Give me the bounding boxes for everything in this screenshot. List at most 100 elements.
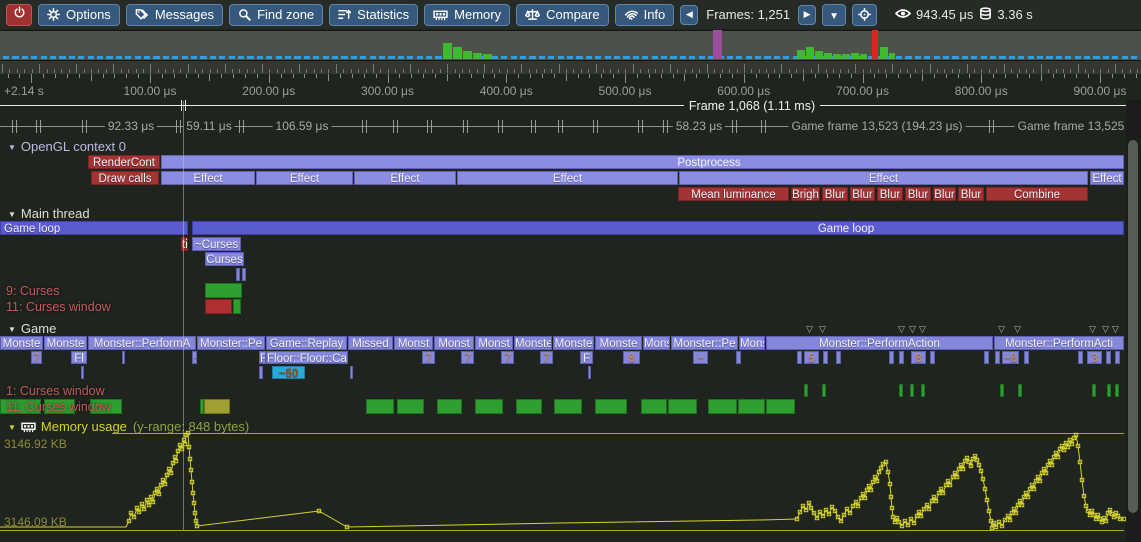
section-header-main-thread[interactable]: ▼Main thread bbox=[8, 206, 90, 221]
lock-zone[interactable] bbox=[205, 299, 232, 314]
frame-bar[interactable] bbox=[463, 51, 472, 59]
zone[interactable] bbox=[350, 366, 353, 379]
zone[interactable] bbox=[1106, 351, 1111, 364]
zone[interactable]: Floor::Floor::Calc bbox=[266, 351, 348, 364]
frame-bar[interactable] bbox=[806, 47, 814, 59]
zone[interactable]: Blur bbox=[905, 187, 931, 201]
zone[interactable]: Effect bbox=[679, 171, 1088, 185]
zone[interactable]: Blur bbox=[877, 187, 903, 201]
zone[interactable] bbox=[122, 351, 125, 364]
zone[interactable]: 7 bbox=[31, 351, 42, 364]
prev-frame-button[interactable]: ◀ bbox=[680, 5, 698, 25]
lock-zone[interactable] bbox=[766, 399, 795, 414]
zone[interactable] bbox=[259, 366, 263, 379]
frame-bar[interactable] bbox=[889, 53, 895, 59]
vertical-scrollbar[interactable] bbox=[1126, 100, 1141, 542]
time-ruler[interactable]: +2.14 s 100.00 μs200.00 μs300.00 μs400.0… bbox=[0, 74, 1141, 100]
frame-bar[interactable] bbox=[483, 54, 492, 59]
zone[interactable]: Game loop bbox=[192, 221, 1124, 235]
zone[interactable]: RenderCont bbox=[88, 155, 160, 169]
message-marker-icon[interactable]: ▽ bbox=[998, 325, 1005, 334]
zone[interactable]: 7 bbox=[501, 351, 514, 364]
zone[interactable]: Blur bbox=[958, 187, 984, 201]
zone[interactable] bbox=[588, 366, 591, 379]
zone[interactable]: Monste bbox=[44, 336, 87, 350]
zone[interactable]: Monste bbox=[595, 336, 642, 350]
frame-bar[interactable] bbox=[815, 51, 823, 59]
zone[interactable]: ~Curses bbox=[192, 237, 241, 251]
zone[interactable]: Combine bbox=[986, 187, 1088, 201]
info-button[interactable]: Info bbox=[615, 4, 675, 26]
next-frame-button[interactable]: ▶ bbox=[798, 5, 816, 25]
section-header-game[interactable]: ▼Game bbox=[8, 321, 56, 336]
zone[interactable]: Game::Replay bbox=[266, 336, 347, 350]
zone[interactable]: Monster::Pe bbox=[197, 336, 265, 350]
frame-bar[interactable] bbox=[824, 53, 832, 59]
zone[interactable] bbox=[995, 351, 1000, 364]
zone[interactable]: Draw calls bbox=[91, 171, 159, 185]
lock-zone[interactable] bbox=[822, 384, 826, 397]
message-marker-icon[interactable]: ▽ bbox=[819, 325, 826, 334]
zone[interactable]: ~ bbox=[693, 351, 708, 364]
zone[interactable]: Brigh bbox=[791, 187, 820, 201]
frame-bar[interactable] bbox=[860, 54, 867, 59]
lock-zone[interactable] bbox=[1000, 384, 1004, 397]
zone[interactable]: Effect bbox=[256, 171, 353, 185]
lock-zone[interactable] bbox=[641, 399, 667, 414]
frame-bar[interactable] bbox=[443, 43, 452, 59]
power-button[interactable] bbox=[6, 4, 32, 26]
zone[interactable]: Monste bbox=[0, 336, 43, 350]
section-header-opengl[interactable]: ▼OpenGL context 0 bbox=[8, 139, 126, 154]
zone[interactable]: Missed bbox=[348, 336, 393, 350]
zone[interactable]: Effect bbox=[457, 171, 678, 185]
zone[interactable] bbox=[823, 351, 828, 364]
memory-usage-plot[interactable] bbox=[0, 430, 1126, 535]
zone[interactable]: Postprocess bbox=[161, 155, 1124, 169]
zone[interactable]: Game loop bbox=[0, 221, 188, 235]
lock-zone[interactable] bbox=[910, 384, 914, 397]
memory-button[interactable]: Memory bbox=[424, 4, 510, 26]
lock-zone[interactable] bbox=[397, 399, 424, 414]
lock-zone[interactable] bbox=[921, 384, 925, 397]
zone[interactable]: 7 bbox=[422, 351, 435, 364]
lock-zone[interactable] bbox=[1115, 384, 1119, 397]
lock-zone[interactable] bbox=[205, 283, 242, 298]
zone[interactable] bbox=[736, 351, 741, 364]
lock-zone[interactable] bbox=[899, 384, 903, 397]
frame-bar[interactable] bbox=[473, 53, 482, 59]
message-marker-icon[interactable]: ▽ bbox=[1014, 325, 1021, 334]
message-marker-icon[interactable]: ▽ bbox=[1102, 325, 1109, 334]
lock-zone[interactable] bbox=[516, 399, 542, 414]
frame-time-strip[interactable] bbox=[0, 30, 1141, 61]
zone[interactable]: Blur bbox=[850, 187, 875, 201]
zone[interactable] bbox=[1078, 351, 1083, 364]
message-marker-icon[interactable]: ▽ bbox=[898, 325, 905, 334]
lock-zone[interactable] bbox=[366, 399, 394, 414]
zone[interactable] bbox=[1024, 351, 1029, 364]
zone[interactable]: ~50 bbox=[272, 366, 305, 379]
message-marker-icon[interactable]: ▽ bbox=[909, 325, 916, 334]
zone[interactable]: Monst bbox=[394, 336, 433, 350]
zone[interactable]: Mons bbox=[643, 336, 670, 350]
frame-select-button[interactable]: ▼ bbox=[822, 4, 846, 26]
zone[interactable]: 8 bbox=[911, 351, 926, 364]
zone[interactable]: Monst bbox=[434, 336, 474, 350]
zone[interactable]: 7 bbox=[540, 351, 553, 364]
zone[interactable] bbox=[836, 351, 841, 364]
zone[interactable]: Monst bbox=[475, 336, 513, 350]
lock-zone[interactable] bbox=[595, 399, 627, 414]
frame-bar[interactable] bbox=[842, 54, 850, 59]
lock-zone[interactable] bbox=[475, 399, 503, 414]
zone[interactable]: Monster::Pe bbox=[671, 336, 738, 350]
zone[interactable]: Monster::PerformActi bbox=[994, 336, 1124, 350]
zone[interactable]: 3 bbox=[1087, 351, 1102, 364]
zone[interactable]: 5 bbox=[804, 351, 819, 364]
zone[interactable]: F bbox=[580, 351, 593, 364]
lock-zone[interactable] bbox=[1092, 384, 1096, 397]
frame-bar[interactable] bbox=[713, 30, 722, 59]
scrollbar-thumb[interactable] bbox=[1128, 140, 1138, 513]
zone[interactable]: Mons bbox=[739, 336, 765, 350]
zone[interactable] bbox=[242, 268, 246, 281]
zone[interactable]: Monster::PerformAction bbox=[766, 336, 993, 350]
zone[interactable] bbox=[81, 366, 84, 379]
